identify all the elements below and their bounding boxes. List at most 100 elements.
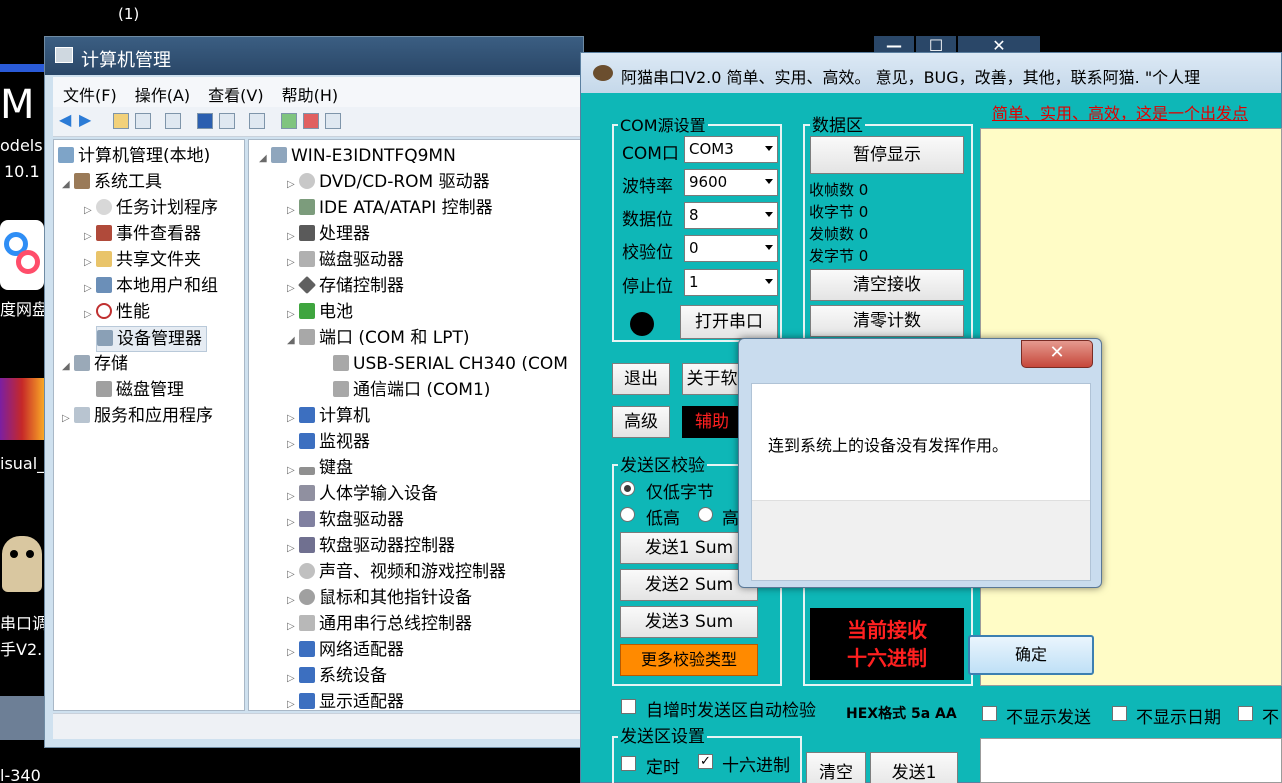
dialog-close-button[interactable]: ✕	[1021, 340, 1093, 368]
stop-bits-select[interactable]: 1	[684, 269, 778, 296]
timer-checkbox[interactable]	[621, 756, 636, 771]
device-hid[interactable]: ▷ 人体学输入设备	[287, 482, 438, 508]
radio-high[interactable]	[698, 507, 713, 522]
expanded-triangle-icon[interactable]: ◢	[287, 329, 299, 353]
winrar-icon[interactable]	[0, 378, 44, 440]
app-icon[interactable]	[0, 696, 44, 740]
scan-hardware-icon[interactable]	[249, 113, 265, 129]
open-port-button[interactable]: 打开串口	[680, 305, 778, 339]
reset-count-button[interactable]: 清零计数	[810, 305, 964, 337]
collapsed-triangle-icon[interactable]: ▷	[287, 225, 299, 249]
device-keyboard[interactable]: ▷ 键盘	[287, 456, 353, 482]
list-view-icon[interactable]	[165, 113, 181, 129]
clear-receive-button[interactable]: 清空接收	[810, 269, 964, 301]
hide-date-checkbox[interactable]	[1112, 706, 1127, 721]
device-usb[interactable]: ▷ 通用串行总线控制器	[287, 612, 472, 638]
panda-icon[interactable]	[2, 536, 42, 592]
com-port-select[interactable]: COM3	[684, 136, 778, 163]
receive-hex-indicator[interactable]: 当前接收 十六进制	[810, 608, 964, 680]
device-sound[interactable]: ▷ 声音、视频和游戏控制器	[287, 560, 506, 586]
clear-send-button[interactable]: 清空	[806, 752, 866, 783]
collapsed-triangle-icon[interactable]: ▷	[287, 485, 299, 509]
tree-item-performance[interactable]: ▷ 性能	[84, 300, 150, 326]
hex-send-checkbox[interactable]: ✓	[698, 754, 713, 769]
collapsed-triangle-icon[interactable]: ▷	[287, 251, 299, 275]
up-folder-icon[interactable]	[113, 113, 129, 129]
collapsed-triangle-icon[interactable]: ▷	[287, 693, 299, 710]
device-mouse[interactable]: ▷ 鼠标和其他指针设备	[287, 586, 472, 612]
forward-arrow-icon[interactable]: ▶	[79, 112, 95, 129]
device-storage-controller[interactable]: ▷ 存储控制器	[287, 274, 404, 300]
expanded-triangle-icon[interactable]: ◢	[62, 355, 74, 379]
desktop-icon-label-ch340[interactable]: l-340	[0, 766, 41, 783]
about-button[interactable]: 关于软	[682, 363, 742, 395]
device-list-pane[interactable]: ◢ WIN-E3IDNTFQ9MN ▷ DVD/CD-ROM 驱动器 ▷ IDE AT…	[248, 139, 581, 711]
collapsed-triangle-icon[interactable]: ▷	[287, 667, 299, 691]
hide-more-checkbox[interactable]	[1238, 706, 1253, 721]
expanded-triangle-icon[interactable]: ◢	[259, 147, 271, 171]
assist-button[interactable]: 辅助	[682, 406, 742, 438]
tree-item-services[interactable]: ▷ 服务和应用程序	[62, 404, 213, 430]
tree-item-root[interactable]: 计算机管理(本地)	[58, 144, 210, 170]
app-logo-icon[interactable]: M	[0, 80, 44, 130]
device-computer[interactable]: ▷ 计算机	[287, 404, 370, 430]
ok-button[interactable]: 确定	[968, 635, 1094, 675]
device-dvd[interactable]: ▷ DVD/CD-ROM 驱动器	[287, 170, 490, 196]
update-driver-icon[interactable]	[281, 113, 297, 129]
device-ports[interactable]: ◢ 端口 (COM 和 LPT)	[287, 326, 470, 352]
collapsed-triangle-icon[interactable]: ▷	[84, 277, 96, 301]
baidu-netdisk-icon[interactable]	[0, 220, 44, 290]
desktop-icon-label-serial[interactable]: 串口调	[0, 610, 44, 634]
device-floppy[interactable]: ▷ 软盘驱动器	[287, 508, 404, 534]
collapsed-triangle-icon[interactable]: ▷	[287, 537, 299, 561]
device-network[interactable]: ▷ 网络适配器	[287, 638, 404, 664]
data-bits-select[interactable]: 8	[684, 202, 778, 229]
device-com1[interactable]: 通信端口 (COM1)	[333, 378, 490, 404]
device-system[interactable]: ▷ 系统设备	[287, 664, 387, 690]
collapsed-triangle-icon[interactable]: ▷	[84, 251, 96, 275]
collapsed-triangle-icon[interactable]: ▷	[62, 407, 74, 431]
device-processor[interactable]: ▷ 处理器	[287, 222, 370, 248]
send1-button[interactable]: 发送1	[870, 752, 958, 783]
cm-title-bar[interactable]: 计算机管理	[45, 37, 583, 75]
tree-item-task-scheduler[interactable]: ▷ 任务计划程序	[84, 196, 218, 222]
auto-check-checkbox[interactable]	[621, 699, 636, 714]
parity-select[interactable]: 0	[684, 235, 778, 262]
send-textarea[interactable]	[980, 738, 1282, 783]
device-disk[interactable]: ▷ 磁盘驱动器	[287, 248, 404, 274]
baud-select[interactable]: 9600	[684, 169, 778, 196]
desktop-icon-label-netdisk[interactable]: 度网盘	[0, 296, 44, 320]
send3-sum-button[interactable]: 发送3 Sum	[620, 606, 758, 638]
menu-file[interactable]: 文件(F)	[53, 77, 125, 106]
collapsed-triangle-icon[interactable]: ▷	[287, 277, 299, 301]
expanded-triangle-icon[interactable]: ◢	[62, 173, 74, 197]
collapsed-triangle-icon[interactable]: ▷	[287, 407, 299, 431]
tree-item-local-users[interactable]: ▷ 本地用户和组	[84, 274, 218, 300]
device-battery[interactable]: ▷ 电池	[287, 300, 353, 326]
collapsed-triangle-icon[interactable]: ▷	[287, 615, 299, 639]
tree-item-shared-folders[interactable]: ▷ 共享文件夹	[84, 248, 201, 274]
slogan-link[interactable]: 简单、实用、高效，这是一个出发点	[992, 100, 1248, 124]
device-ch340[interactable]: USB-SERIAL CH340 (COM	[333, 352, 568, 378]
device-ide[interactable]: ▷ IDE ATA/ATAPI 控制器	[287, 196, 493, 222]
device-floppy-controller[interactable]: ▷ 软盘驱动器控制器	[287, 534, 455, 560]
collapsed-triangle-icon[interactable]: ▷	[287, 641, 299, 665]
collapsed-triangle-icon[interactable]: ▷	[84, 225, 96, 249]
tree-item-event-viewer[interactable]: ▷ 事件查看器	[84, 222, 201, 248]
collapsed-triangle-icon[interactable]: ▷	[287, 459, 299, 483]
desktop-icon-label-modelsim[interactable]: odelsi	[0, 136, 44, 155]
desktop-icon-label-visual[interactable]: isual_	[0, 454, 44, 473]
collapsed-triangle-icon[interactable]: ▷	[84, 199, 96, 223]
tree-item-storage[interactable]: ◢ 存储	[62, 352, 128, 378]
back-arrow-icon[interactable]: ◀	[59, 112, 75, 129]
more-checksum-button[interactable]: 更多校验类型	[620, 644, 758, 676]
radio-low-high[interactable]	[620, 507, 635, 522]
tree-item-system-tools[interactable]: ◢ 系统工具	[62, 170, 162, 196]
exit-button[interactable]: 退出	[612, 363, 670, 395]
collapsed-triangle-icon[interactable]: ▷	[84, 303, 96, 327]
device-display[interactable]: ▷ 显示适配器	[287, 690, 404, 710]
collapsed-triangle-icon[interactable]: ▷	[287, 589, 299, 613]
serial-title-bar[interactable]: 阿猫串口V2.0 简单、实用、高效。 意见，BUG，改善，其他，联系阿猫. "个…	[581, 53, 1281, 93]
menu-help[interactable]: 帮助(H)	[272, 77, 347, 106]
device-root[interactable]: ◢ WIN-E3IDNTFQ9MN	[259, 144, 456, 170]
